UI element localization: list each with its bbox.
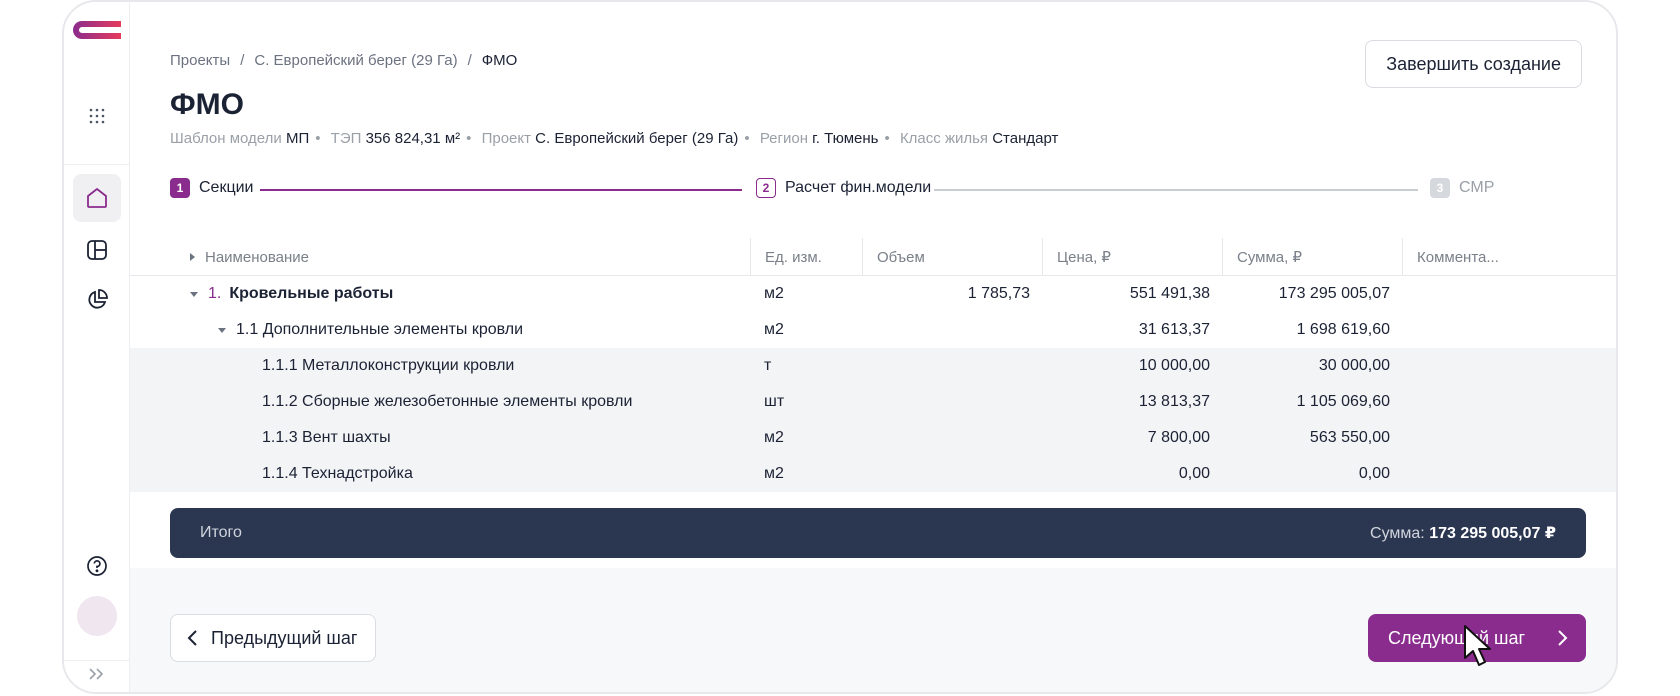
row-price: 10 000,00 — [1138, 357, 1210, 374]
meta-label: Класс жилья — [899, 130, 989, 147]
row-sum: 1 698 619,60 — [1296, 321, 1390, 338]
logo-icon[interactable] — [72, 20, 122, 40]
step-number: 2 — [756, 178, 776, 198]
breadcrumb-separator: / — [240, 52, 245, 69]
step-number: 3 — [1430, 178, 1450, 198]
help-icon[interactable] — [73, 542, 121, 590]
row-sum: 30 000,00 — [1318, 357, 1390, 374]
row-volume: 1 785,73 — [967, 285, 1030, 302]
meta-label: Шаблон модели — [170, 130, 282, 147]
row-name: 1.1 Дополнительные элементы кровли — [236, 321, 524, 338]
apps-grid-icon[interactable] — [73, 92, 121, 140]
meta-label: Регион — [759, 130, 808, 147]
row-sum: 1 105 069,60 — [1296, 393, 1390, 410]
row-price: 7 800,00 — [1147, 429, 1210, 446]
finish-creation-button[interactable]: Завершить создание — [1365, 40, 1582, 88]
breadcrumb-item-projects[interactable]: Проекты — [170, 52, 230, 69]
row-sum: 563 550,00 — [1309, 429, 1390, 446]
sidebar — [64, 2, 130, 692]
meta-value: МП — [285, 130, 310, 147]
meta-value: г. Тюмень — [812, 130, 879, 147]
row-unit: м2 — [764, 465, 784, 482]
step-number: 1 — [170, 178, 190, 198]
total-sum-value: 173 295 005,07 ₽ — [1429, 525, 1556, 542]
page-title: ФМО — [170, 88, 244, 121]
row-unit: шт — [764, 393, 785, 410]
step-label: Расчет фин.модели — [785, 179, 932, 196]
total-sum: Сумма: 173 295 005,07 ₽ — [1370, 523, 1556, 543]
meta-label: ТЭП — [330, 130, 362, 147]
total-sum-label: Сумма: — [1370, 525, 1425, 542]
collapse-icon[interactable] — [218, 327, 226, 333]
main-content: Проекты / С. Европейский берег (29 Га) /… — [130, 2, 1616, 692]
cursor-icon — [1464, 625, 1491, 666]
expand-all-icon[interactable] — [190, 253, 195, 261]
app-window: Проекты / С. Европейский берег (29 Га) /… — [62, 0, 1618, 694]
previous-step-label: Предыдущий шаг — [211, 627, 358, 648]
row-price: 13 813,37 — [1138, 393, 1210, 410]
row-name: Кровельные работы — [229, 285, 394, 302]
previous-step-button[interactable]: Предыдущий шаг — [170, 614, 377, 662]
row-price: 551 491,38 — [1129, 285, 1210, 302]
avatar[interactable] — [77, 596, 117, 636]
step-connector — [260, 189, 742, 191]
chevron-right-icon — [1558, 630, 1568, 646]
row-number: 1. — [208, 285, 222, 302]
row-name: 1.1.1 Металлоконструкции кровли — [262, 357, 515, 374]
table-row[interactable]: 1.1 Дополнительные элементы кровли м2 31… — [130, 312, 1616, 348]
row-unit: м2 — [764, 321, 784, 338]
table-row[interactable]: 1.1.4 Технадстройка м2 0,00 0,00 — [130, 456, 1616, 492]
project-meta: Шаблон модели МП • ТЭП 356 824,31 м² • Про… — [170, 130, 1059, 147]
table-header: Наименование Ед. изм. Объем Цена, ₽ Сумм… — [130, 238, 1616, 276]
column-header-sum[interactable]: Сумма, ₽ — [1222, 238, 1402, 276]
column-header-volume[interactable]: Объем — [862, 238, 1042, 276]
step-label: СМР — [1459, 179, 1495, 196]
row-unit: м2 — [764, 285, 784, 302]
breadcrumb-separator: / — [467, 52, 472, 69]
column-header-price[interactable]: Цена, ₽ — [1042, 238, 1222, 276]
column-header-unit[interactable]: Ед. изм. — [750, 238, 862, 276]
breadcrumb: Проекты / С. Европейский берег (29 Га) /… — [170, 52, 517, 69]
row-unit: т — [764, 357, 772, 374]
meta-label: Проект — [481, 130, 531, 147]
chevron-left-icon — [187, 630, 197, 646]
table-row[interactable]: 1. Кровельные работы м2 1 785,73 551 491… — [130, 276, 1616, 312]
estimate-table: Наименование Ед. изм. Объем Цена, ₽ Сумм… — [130, 238, 1616, 492]
column-header-comment[interactable]: Коммента... — [1402, 238, 1522, 276]
meta-value: С. Европейский берег (29 Га) — [535, 130, 739, 147]
row-unit: м2 — [764, 429, 784, 446]
sidebar-divider — [64, 164, 130, 165]
row-sum: 0,00 — [1358, 465, 1390, 482]
expand-sidebar-icon[interactable] — [73, 656, 121, 692]
row-price: 0,00 — [1178, 465, 1210, 482]
row-name: 1.1.2 Сборные железобетонные элементы кр… — [262, 393, 633, 410]
row-sum: 173 295 005,07 — [1278, 285, 1390, 302]
row-price: 31 613,37 — [1138, 321, 1210, 338]
layout-icon[interactable] — [73, 226, 121, 274]
step-smr[interactable]: 3 СМР — [1430, 178, 1494, 198]
row-name: 1.1.4 Технадстройка — [262, 465, 413, 482]
breadcrumb-item-current: ФМО — [481, 52, 518, 69]
stepper: 1 Секции 2 Расчет фин.модели 3 СМР — [170, 178, 1586, 202]
step-label: Секции — [199, 179, 254, 196]
step-connector — [934, 189, 1418, 191]
breadcrumb-item-project[interactable]: С. Европейский берег (29 Га) — [254, 52, 457, 69]
step-financial-model[interactable]: 2 Расчет фин.модели — [756, 178, 931, 198]
table-row[interactable]: 1.1.3 Вент шахты м2 7 800,00 563 550,00 — [130, 420, 1616, 456]
next-step-label: Следующий шаг — [1388, 627, 1526, 648]
step-sections[interactable]: 1 Секции — [170, 178, 254, 198]
home-icon[interactable] — [73, 174, 121, 222]
meta-value: 356 824,31 м² — [365, 130, 461, 147]
column-header-name[interactable]: Наименование — [190, 238, 750, 276]
total-bar: Итого Сумма: 173 295 005,07 ₽ — [170, 508, 1586, 558]
pie-chart-icon[interactable] — [73, 276, 121, 324]
meta-value: Стандарт — [992, 130, 1059, 147]
total-label: Итого — [200, 524, 242, 541]
table-row[interactable]: 1.1.2 Сборные железобетонные элементы кр… — [130, 384, 1616, 420]
collapse-icon[interactable] — [190, 291, 198, 297]
row-name: 1.1.3 Вент шахты — [262, 429, 391, 446]
table-row[interactable]: 1.1.1 Металлоконструкции кровли т 10 000… — [130, 348, 1616, 384]
